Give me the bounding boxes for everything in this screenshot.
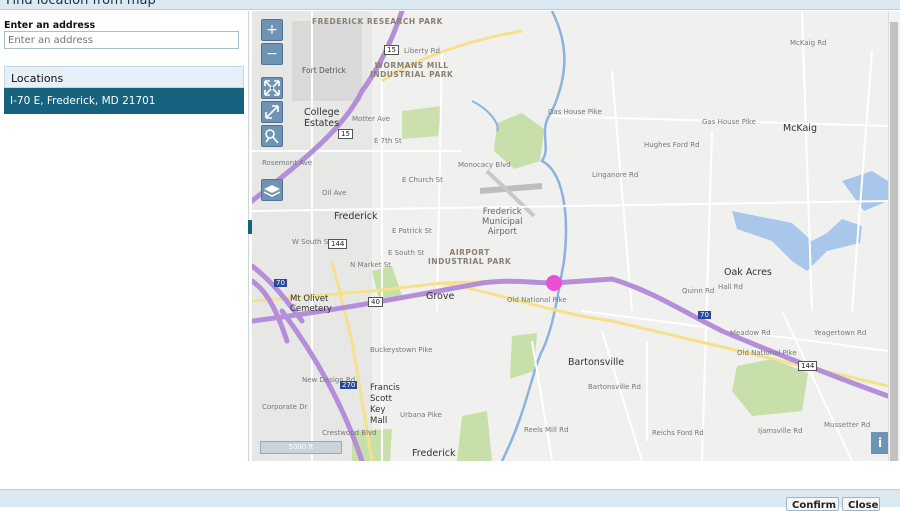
road-label: E Patrick St [392,227,432,235]
bottom-bar [0,489,900,507]
route-shield: 70 [274,279,287,287]
expand-icon [264,80,280,96]
map-label: Frederick [412,448,456,459]
scale-bar: 5000 ft [260,441,342,454]
close-button[interactable]: Close [842,497,880,511]
road-label: Old National Pike [737,349,797,357]
road-label: Gas House Pike [702,118,756,126]
road-label: Crestwood Blvd [322,429,377,437]
locations-header: Locations [4,66,244,88]
road-label: Hall Rd [718,283,743,291]
map-label: Bartonsville [568,357,625,368]
road-label: Ijamsville Rd [758,427,803,435]
location-item[interactable]: I-70 E, Frederick, MD 21701 [4,88,244,114]
address-input[interactable] [4,31,239,49]
zoom-out-button[interactable]: − [261,43,283,65]
road-label: Old National Pike [507,296,567,304]
route-shield: 144 [328,239,348,249]
zoom-to-selection-button[interactable] [261,101,283,123]
road-label: Meadow Rd [730,329,771,337]
route-shield: 270 [340,381,358,389]
map-label: Grove [426,291,455,302]
location-marker[interactable] [546,275,562,291]
road-label: Reels Mill Rd [524,426,569,434]
road-label: E South St [388,249,425,257]
map-label: FREDERICK RESEARCH PARK [312,17,443,26]
map-canvas [252,11,888,461]
road-label: Rosemont Ave [262,159,313,167]
road-label: E 7th St [374,137,402,145]
road-label: E Church St [402,176,443,184]
route-shield: 70 [698,311,711,319]
road-label: Oil Ave [322,189,347,197]
road-label: Urbana Pike [400,411,442,419]
map-label: Oak Acres [724,267,772,278]
locate-button[interactable] [261,125,283,147]
road-label: Mussetter Rd [824,421,871,429]
road-label: Liberty Rd [404,47,440,55]
road-label: Gas House Pike [548,108,602,116]
window-title: Find location from map [6,0,156,8]
left-panel: Enter an address Locations I-70 E, Frede… [0,11,249,461]
road-label: Yeagertown Rd [814,329,867,337]
map-label: Fort Detrick [302,66,347,75]
route-shield: 15 [338,129,353,139]
address-label: Enter an address [4,20,96,31]
road-label: Quinn Rd [682,287,715,295]
route-shield: 15 [384,45,399,55]
map-view[interactable]: FREDERICK RESEARCH PARK WORMANS MILL IND… [252,11,888,461]
map-label: Francis Scott Key Mall [370,383,400,426]
map-label: Mt Olivet Cemetery [290,294,332,314]
shrink-icon [265,105,279,119]
road-label: Motter Ave [352,115,391,123]
window-titlebar: Find location from map [0,0,900,10]
info-button[interactable]: i [871,432,888,454]
road-label: Linganore Rd [592,171,639,179]
road-label: Monocacy Blvd [458,161,511,169]
map-label: McKaig [783,123,817,134]
map-label: Frederick [334,211,378,222]
road-label: Hughes Ford Rd [644,141,700,149]
road-label: Buckeystown Pike [370,346,433,354]
route-shield: 40 [368,297,383,307]
confirm-button[interactable]: Confirm [786,497,839,511]
road-label: Bartonsville Rd [588,383,641,391]
map-label: Frederick Municipal Airport [482,207,523,237]
layers-icon [263,185,281,197]
map-label: WORMANS MILL INDUSTRIAL PARK [370,61,454,79]
scrollbar-thumb[interactable] [890,22,898,461]
layers-button[interactable] [261,179,283,201]
map-label: AIRPORT INDUSTRIAL PARK [428,248,512,266]
zoom-in-button[interactable]: + [261,19,283,41]
map-label: College Estates [304,107,340,129]
road-label: N Market St [350,261,391,269]
locate-icon [265,129,279,144]
road-label: Corporate Dr [262,403,308,411]
route-shield: 144 [798,361,818,371]
road-label: McKaig Rd [790,39,827,47]
road-label: Reichs Ford Rd [652,429,704,437]
full-extent-button[interactable] [261,77,283,99]
road-label: W South St [292,238,331,246]
